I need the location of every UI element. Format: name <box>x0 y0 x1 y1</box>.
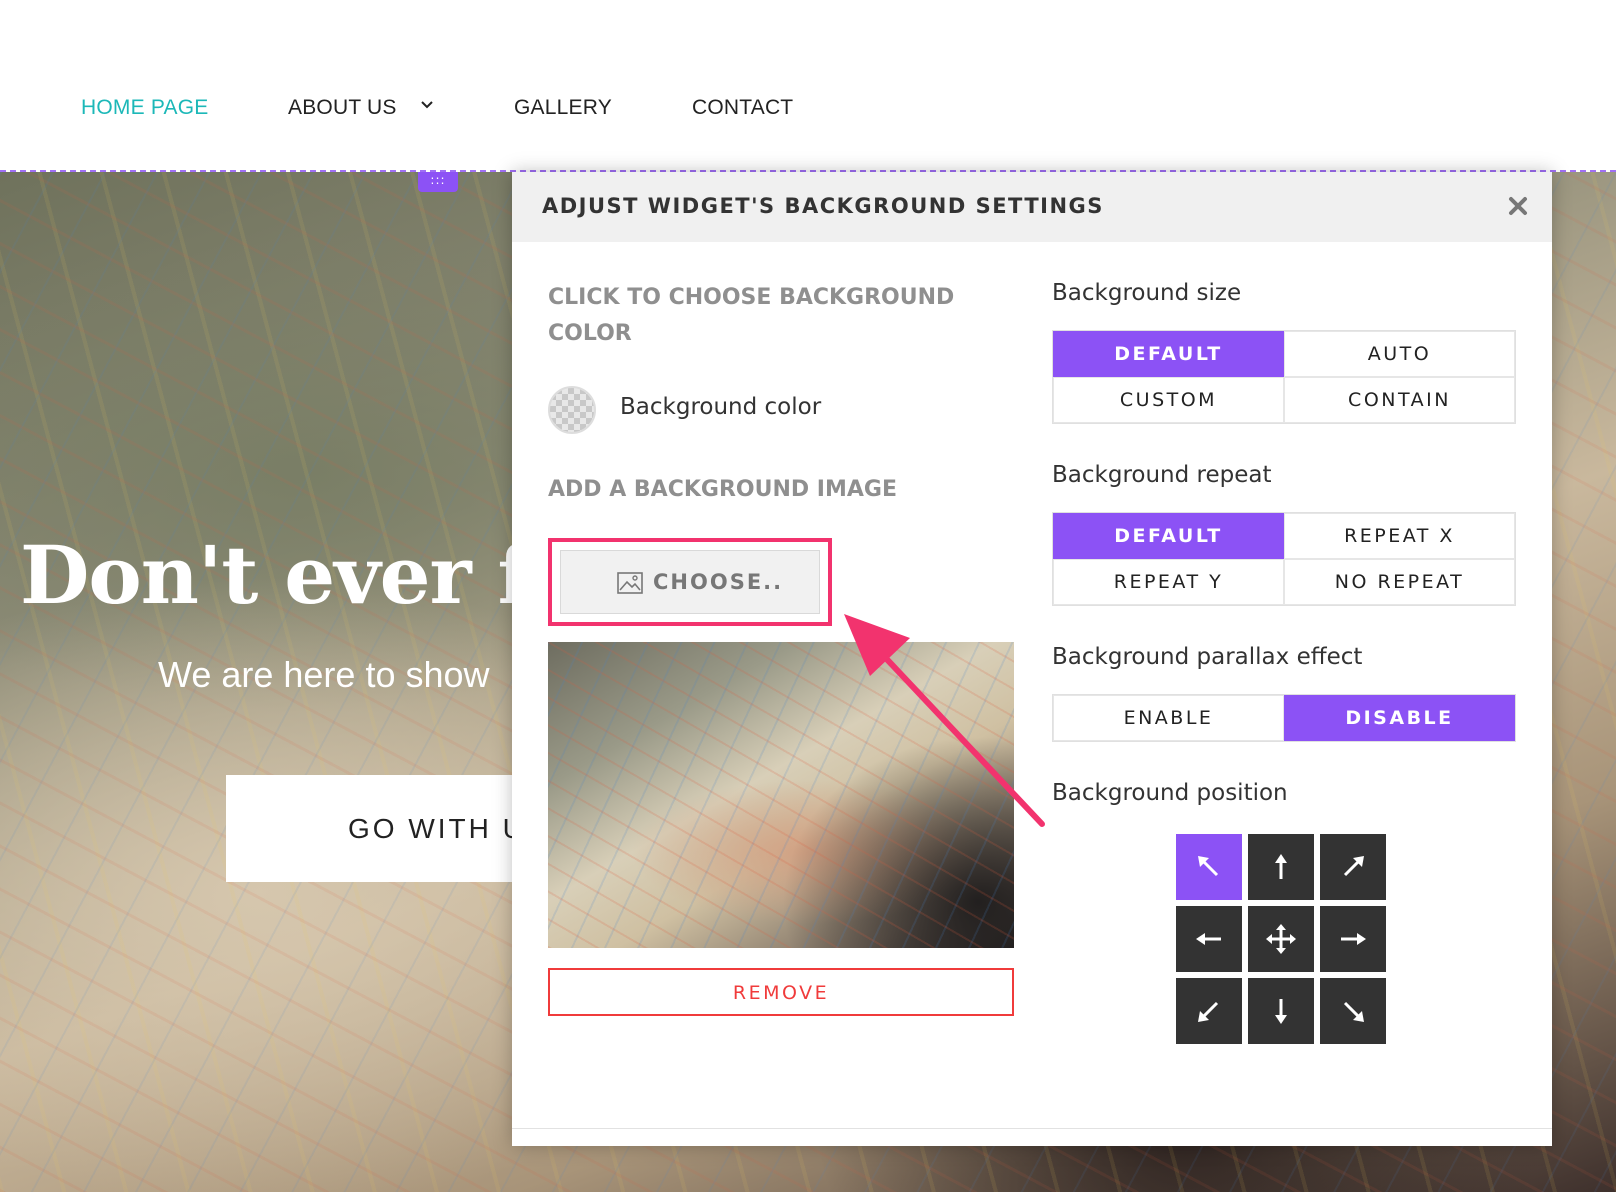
arrow-up-icon <box>1275 854 1287 879</box>
choose-image-button[interactable]: CHOOSE.. <box>560 550 820 614</box>
hero-cta-label: GO WITH U <box>348 813 526 844</box>
close-icon[interactable] <box>1506 194 1530 218</box>
arrow-left-icon <box>1196 933 1221 945</box>
nav-item-gallery[interactable]: GALLERY <box>514 96 612 120</box>
position-top-button[interactable] <box>1248 834 1314 900</box>
position-bottom-right-button[interactable] <box>1320 978 1386 1044</box>
nav-item-about[interactable]: ABOUT US <box>288 96 397 120</box>
repeat-option-default[interactable]: DEFAULT <box>1053 513 1284 559</box>
arrow-right-icon <box>1341 933 1366 945</box>
size-label: Background size <box>1052 280 1242 306</box>
size-option-contain[interactable]: CONTAIN <box>1284 377 1515 423</box>
image-heading: ADD A BACKGROUND IMAGE <box>548 477 897 502</box>
arrow-down-left-icon <box>1198 1001 1219 1022</box>
repeat-label: Background repeat <box>1052 462 1272 488</box>
parallax-options: ENABLE DISABLE <box>1052 694 1516 742</box>
arrow-up-right-icon <box>1343 856 1364 877</box>
image-icon <box>617 572 643 594</box>
size-option-default[interactable]: DEFAULT <box>1053 331 1284 377</box>
repeat-option-x[interactable]: REPEAT X <box>1284 513 1515 559</box>
parallax-option-disable[interactable]: DISABLE <box>1284 695 1515 741</box>
move-icon <box>1266 924 1296 954</box>
size-options: DEFAULT AUTO CUSTOM CONTAIN <box>1052 330 1516 424</box>
position-right-button[interactable] <box>1320 906 1386 972</box>
position-grid <box>1176 834 1388 1046</box>
size-option-auto[interactable]: AUTO <box>1284 331 1515 377</box>
choose-highlight: CHOOSE.. <box>548 538 832 626</box>
remove-image-label: REMOVE <box>732 982 830 1004</box>
position-bottom-left-button[interactable] <box>1176 978 1242 1044</box>
drag-handle-icon[interactable]: ::: <box>418 172 458 192</box>
parallax-label: Background parallax effect <box>1052 644 1363 670</box>
nav-item-home[interactable]: HOME PAGE <box>81 96 208 120</box>
color-heading: CLICK TO CHOOSE BACKGROUND COLOR <box>548 285 955 346</box>
arrow-down-icon <box>1275 999 1287 1024</box>
hero-title: Don't ever f <box>20 528 532 622</box>
background-color-swatch[interactable] <box>548 386 596 434</box>
repeat-option-y[interactable]: REPEAT Y <box>1053 559 1284 605</box>
choose-image-label: CHOOSE.. <box>653 570 784 594</box>
position-bottom-button[interactable] <box>1248 978 1314 1044</box>
site-header: HOME PAGE ABOUT US GALLERY CONTACT <box>0 0 1616 172</box>
repeat-option-none[interactable]: NO REPEAT <box>1284 559 1515 605</box>
arrow-down-right-icon <box>1343 1001 1364 1022</box>
arrow-up-left-icon <box>1198 856 1219 877</box>
size-option-custom[interactable]: CUSTOM <box>1053 377 1284 423</box>
remove-image-button[interactable]: REMOVE <box>548 968 1014 1016</box>
chevron-down-icon[interactable] <box>420 98 434 112</box>
background-color-label: Background color <box>620 394 822 420</box>
position-top-right-button[interactable] <box>1320 834 1386 900</box>
hero-subtitle: We are here to show <box>158 654 490 695</box>
parallax-option-enable[interactable]: ENABLE <box>1053 695 1284 741</box>
repeat-options: DEFAULT REPEAT X REPEAT Y NO REPEAT <box>1052 512 1516 606</box>
nav-item-contact[interactable]: CONTACT <box>692 96 793 120</box>
modal-header: ADJUST WIDGET'S BACKGROUND SETTINGS <box>512 172 1552 242</box>
annotation-arrow-icon <box>844 614 1045 827</box>
modal-footer-divider <box>512 1128 1552 1129</box>
position-label: Background position <box>1052 780 1288 806</box>
modal-title: ADJUST WIDGET'S BACKGROUND SETTINGS <box>542 194 1104 218</box>
position-left-button[interactable] <box>1176 906 1242 972</box>
position-center-button[interactable] <box>1248 906 1314 972</box>
position-top-left-button[interactable] <box>1176 834 1242 900</box>
